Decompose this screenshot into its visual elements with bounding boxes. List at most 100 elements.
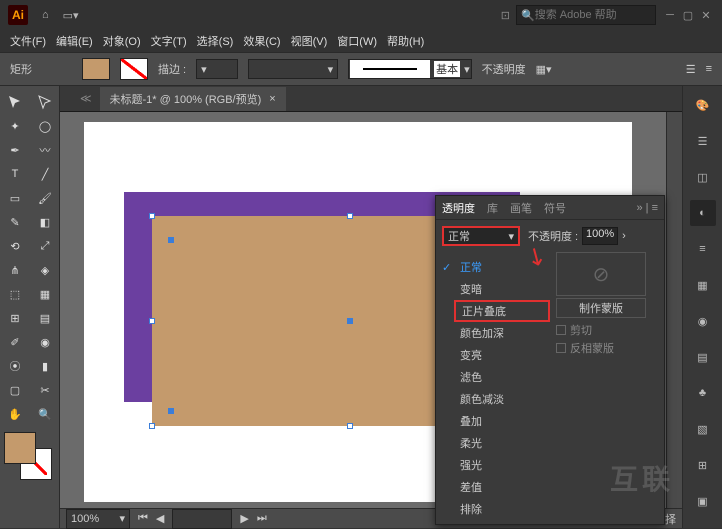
vertical-scrollbar[interactable] — [666, 112, 682, 508]
rectangle-tool[interactable]: ▭ — [0, 186, 30, 210]
stroke-width-dropdown[interactable]: ▾ — [196, 59, 238, 79]
free-transform-tool[interactable]: ◈ — [30, 258, 60, 282]
curvature-tool[interactable]: 〰 — [30, 138, 60, 162]
stroke-profile-dropdown[interactable]: ▾ — [248, 59, 338, 79]
swatches-panel-icon[interactable]: ◫ — [690, 164, 716, 190]
tabbar-prev-icon[interactable]: ≪ — [80, 92, 92, 105]
panel-more-icon[interactable]: » | ≡ — [636, 202, 658, 214]
search-box[interactable]: 🔍 — [516, 5, 656, 25]
blend-option-colordodge[interactable]: 颜色减淡 — [454, 388, 550, 410]
paintbrush-tool[interactable]: 🖌 — [30, 186, 60, 210]
minimize-button[interactable]: ─ — [662, 7, 678, 23]
tab-symbols[interactable]: 符号 — [544, 200, 566, 216]
selection-tool[interactable] — [0, 90, 30, 114]
slice-tool[interactable]: ✂ — [30, 378, 60, 402]
mesh-tool[interactable]: ⊞ — [0, 306, 30, 330]
blend-mode-dropdown[interactable]: 正常 ▾ — [442, 226, 520, 246]
brush-dropdown[interactable]: 基本 ▾ — [348, 59, 472, 79]
eraser-tool[interactable]: ◧ — [30, 210, 60, 234]
close-tab-icon[interactable]: × — [269, 93, 275, 105]
pen-tool[interactable]: ✒ — [0, 138, 30, 162]
color-box[interactable] — [4, 432, 52, 480]
graph-tool[interactable]: ▮ — [30, 354, 60, 378]
align-panel-icon[interactable]: ⊞ — [690, 452, 716, 478]
panel-opacity-input[interactable]: 100% — [582, 227, 618, 245]
zoom-dropdown[interactable]: 100%▾ — [66, 509, 130, 529]
search-input[interactable] — [535, 9, 651, 21]
document-tab[interactable]: 未标题-1* @ 100% (RGB/预览) × — [100, 87, 286, 111]
blend-option-multiply[interactable]: 正片叠底 — [454, 300, 550, 322]
tab-library[interactable]: 库 — [487, 200, 498, 216]
blend-option-overlay[interactable]: 叠加 — [454, 410, 550, 432]
blend-option-exclusion[interactable]: 排除 — [454, 498, 550, 520]
blend-option-hardlight[interactable]: 强光 — [454, 454, 550, 476]
blend-option-colorburn[interactable]: 颜色加深 — [454, 322, 550, 344]
restore-button[interactable]: ▢ — [680, 7, 696, 23]
menu-edit[interactable]: 编辑(E) — [52, 31, 97, 51]
line-tool[interactable]: ╱ — [30, 162, 60, 186]
artboard-nav-dropdown[interactable] — [172, 509, 232, 529]
properties-panel-icon[interactable]: ☰ — [690, 128, 716, 154]
perspective-tool[interactable]: ▦ — [30, 282, 60, 306]
gradient-tool[interactable]: ▤ — [30, 306, 60, 330]
blend-option-softlight[interactable]: 柔光 — [454, 432, 550, 454]
menu-select[interactable]: 选择(S) — [193, 31, 238, 51]
shape-builder-tool[interactable]: ⬚ — [0, 282, 30, 306]
blend-option-normal[interactable]: 正常 — [454, 256, 550, 278]
zoom-tool[interactable]: 🔍 — [30, 402, 60, 426]
align-icon[interactable]: ☰ — [686, 63, 696, 76]
scale-tool[interactable]: ⤢ — [30, 234, 60, 258]
type-tool[interactable]: T — [0, 162, 30, 186]
symbols-panel-icon[interactable]: ♣ — [690, 380, 716, 406]
make-mask-button[interactable]: 制作蒙版 — [556, 298, 646, 318]
sync-icon[interactable]: ⊡ — [501, 9, 510, 22]
brushes-panel-icon[interactable]: ▧ — [690, 416, 716, 442]
nav-first-icon[interactable]: ⏮ — [138, 512, 148, 525]
options-menu-icon[interactable]: ≡ — [706, 63, 712, 75]
menu-file[interactable]: 文件(F) — [6, 31, 50, 51]
fill-color[interactable] — [4, 432, 36, 464]
layout-icon[interactable]: ▭▾ — [63, 9, 79, 22]
artboard-tool[interactable]: ▢ — [0, 378, 30, 402]
menu-effect[interactable]: 效果(C) — [239, 31, 284, 51]
gradient-panel-icon[interactable]: ▦ — [690, 272, 716, 298]
appearance-panel-icon[interactable]: ◉ — [690, 308, 716, 334]
opacity-slider-icon[interactable]: › — [622, 230, 626, 242]
width-tool[interactable]: ⋔ — [0, 258, 30, 282]
menu-view[interactable]: 视图(V) — [287, 31, 332, 51]
magic-wand-tool[interactable]: ✦ — [0, 114, 30, 138]
blend-option-darken[interactable]: 变暗 — [454, 278, 550, 300]
direct-selection-tool[interactable] — [30, 90, 60, 114]
shaper-tool[interactable]: ✎ — [0, 210, 30, 234]
lasso-tool[interactable]: ◯ — [30, 114, 60, 138]
invert-mask-checkbox[interactable]: 反相蒙版 — [556, 340, 656, 356]
blend-option-screen[interactable]: 滤色 — [454, 366, 550, 388]
home-icon[interactable]: ⌂ — [42, 9, 49, 21]
menu-object[interactable]: 对象(O) — [99, 31, 145, 51]
stroke-panel-icon[interactable]: ≡ — [690, 236, 716, 262]
tab-brushes[interactable]: 画笔 — [510, 200, 532, 216]
blend-tool[interactable]: ◉ — [30, 330, 60, 354]
menu-window[interactable]: 窗口(W) — [333, 31, 381, 51]
eyedropper-tool[interactable]: ✐ — [0, 330, 30, 354]
fill-swatch[interactable] — [82, 58, 110, 80]
style-icon[interactable]: ▦▾ — [536, 63, 552, 76]
hand-tool[interactable]: ✋ — [0, 402, 30, 426]
blend-option-difference[interactable]: 差值 — [454, 476, 550, 498]
color-panel-icon[interactable]: 🎨 — [690, 92, 716, 118]
transform-panel-icon[interactable]: ▣ — [690, 488, 716, 514]
tab-transparency[interactable]: 透明度 — [442, 200, 475, 216]
transparency-panel-icon[interactable]: ◐ — [690, 200, 716, 226]
blend-option-lighten[interactable]: 变亮 — [454, 344, 550, 366]
rotate-tool[interactable]: ⟲ — [0, 234, 30, 258]
nav-prev-icon[interactable]: ◀ — [156, 512, 164, 525]
nav-last-icon[interactable]: ⏭ — [257, 512, 267, 525]
menu-type[interactable]: 文字(T) — [147, 31, 191, 51]
close-button[interactable]: ✕ — [698, 7, 714, 23]
symbol-sprayer-tool[interactable]: ⦿ — [0, 354, 30, 378]
layers-panel-icon[interactable]: ▤ — [690, 344, 716, 370]
clip-checkbox[interactable]: 剪切 — [556, 322, 656, 338]
nav-next-icon[interactable]: ▶ — [240, 512, 248, 525]
menu-help[interactable]: 帮助(H) — [383, 31, 428, 51]
stroke-swatch[interactable] — [120, 58, 148, 80]
